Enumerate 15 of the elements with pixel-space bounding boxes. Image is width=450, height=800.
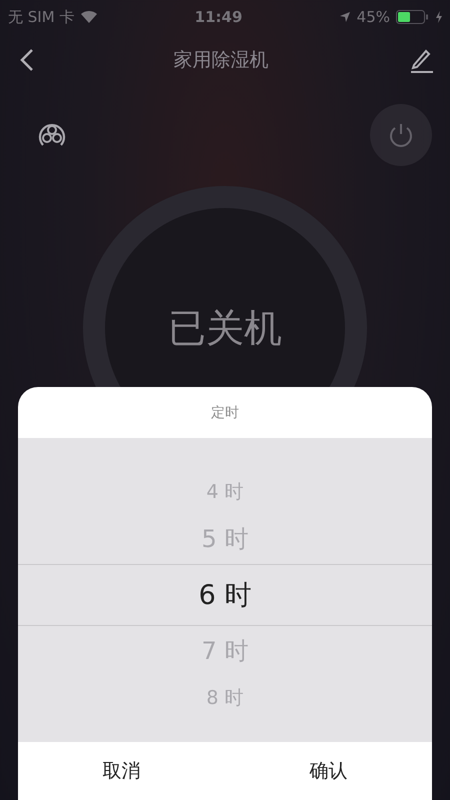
location-arrow-icon bbox=[338, 11, 351, 23]
hour-picker[interactable]: 4 时 5 时 6 时 7 时 8 时 bbox=[18, 438, 432, 742]
battery-percent: 45% bbox=[356, 8, 390, 26]
charging-icon bbox=[436, 11, 442, 23]
sheet-title: 定时 bbox=[211, 404, 239, 422]
device-state: 已关机 bbox=[168, 304, 282, 352]
edit-button[interactable] bbox=[408, 47, 434, 73]
back-button[interactable] bbox=[20, 48, 34, 72]
battery-icon bbox=[396, 10, 430, 24]
wifi-icon bbox=[80, 10, 98, 24]
clock-text: 11:49 bbox=[194, 8, 242, 26]
carrier-text: 无 SIM 卡 bbox=[8, 8, 74, 26]
power-icon bbox=[387, 121, 415, 149]
page-title: 家用除湿机 bbox=[174, 48, 268, 73]
picker-row[interactable]: 6 时 bbox=[18, 564, 432, 626]
